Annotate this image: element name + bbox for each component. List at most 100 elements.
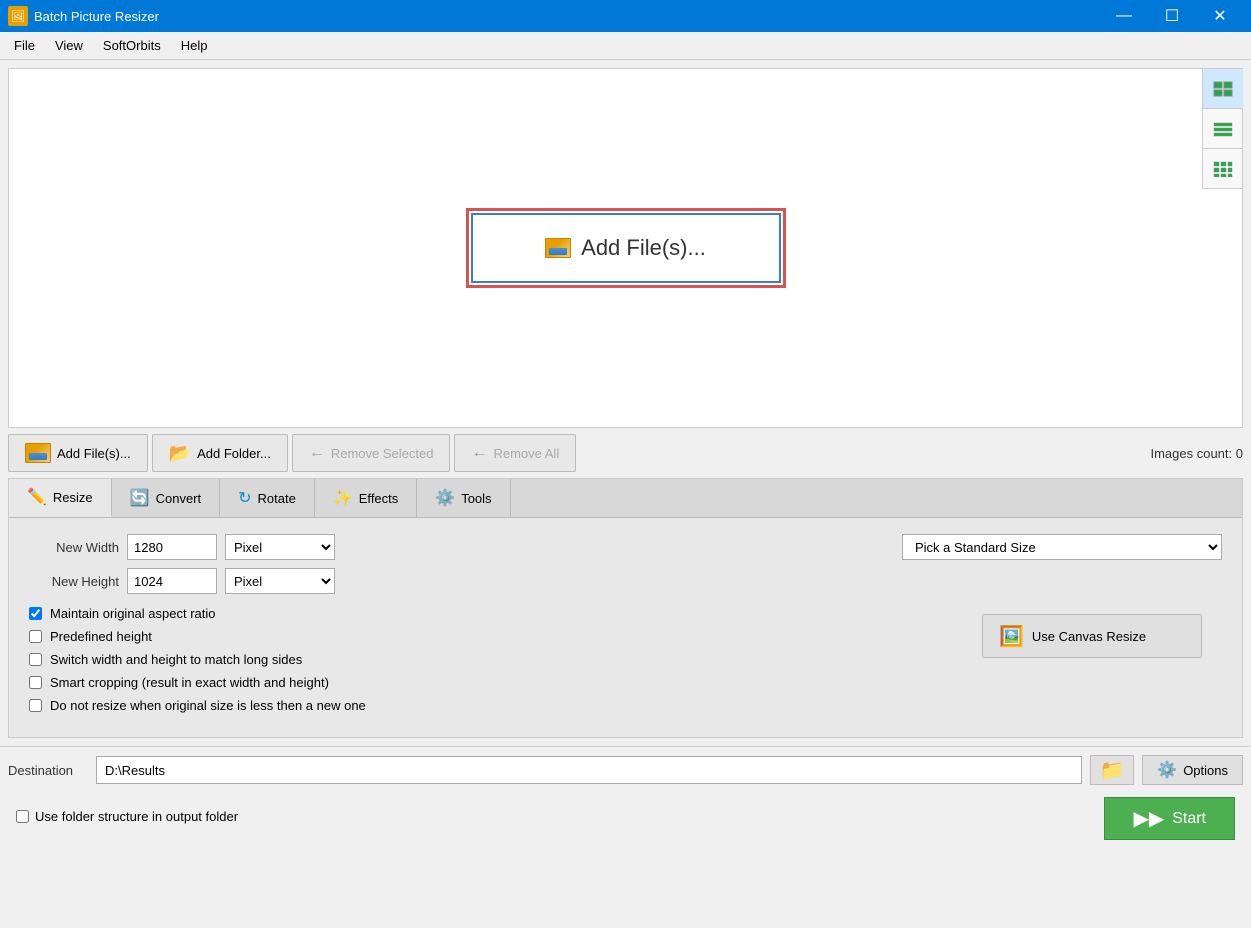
tab-convert-label: Convert (156, 491, 202, 506)
title-bar-controls: — ☐ ✕ (1101, 0, 1243, 32)
view-grid-button[interactable] (1203, 149, 1243, 189)
images-count: Images count: 0 (1150, 446, 1243, 461)
top-form-area: New Width Pixel Percent Inch Cm Pick a S… (29, 534, 1222, 602)
view-buttons (1202, 69, 1242, 189)
resize-panel: New Width Pixel Percent Inch Cm Pick a S… (9, 518, 1242, 737)
no-resize-row: Do not resize when original size is less… (29, 698, 952, 713)
add-files-center-button[interactable]: Add File(s)... (471, 213, 781, 283)
left-form: New Width Pixel Percent Inch Cm Pick a S… (29, 534, 1222, 602)
tabs: ✏️ Resize 🔄 Convert ↻ Rotate ✨ Effects ⚙… (9, 479, 1242, 518)
switch-width-height-checkbox[interactable] (29, 653, 42, 666)
image-list-area: Add File(s)... (8, 68, 1243, 428)
menu-help[interactable]: Help (171, 34, 218, 57)
images-count-value: 0 (1236, 446, 1243, 461)
menu-file[interactable]: File (4, 34, 45, 57)
browse-destination-button[interactable]: 📁 (1090, 755, 1134, 785)
remove-selected-button[interactable]: ← Remove Selected (292, 434, 451, 472)
tools-tab-icon: ⚙️ (435, 488, 455, 508)
canvas-resize-label: Use Canvas Resize (1032, 629, 1146, 644)
tab-rotate-label: Rotate (258, 491, 296, 506)
maintain-aspect-row: Maintain original aspect ratio (29, 606, 952, 621)
no-resize-checkbox[interactable] (29, 699, 42, 712)
new-width-row: New Width Pixel Percent Inch Cm Pick a S… (29, 534, 1222, 560)
add-file-center: Add File(s)... (471, 213, 781, 283)
main-area: Add File(s)... Add File(s)... 📂 Add Fold… (0, 60, 1251, 928)
switch-width-height-row: Switch width and height to match long si… (29, 652, 952, 667)
folder-structure-label[interactable]: Use folder structure in output folder (35, 809, 238, 824)
remove-all-label: Remove All (493, 446, 559, 461)
close-button[interactable]: ✕ (1197, 0, 1243, 32)
tab-resize[interactable]: ✏️ Resize (9, 479, 112, 517)
options-button[interactable]: ⚙️ Options (1142, 755, 1243, 785)
remove-selected-icon: ← (309, 444, 325, 462)
view-list-button[interactable] (1203, 109, 1243, 149)
menu-softorbits[interactable]: SoftOrbits (93, 34, 171, 57)
app-icon: 🖼 (8, 6, 28, 26)
predefined-height-label[interactable]: Predefined height (50, 629, 152, 644)
title-bar: 🖼 Batch Picture Resizer — ☐ ✕ (0, 0, 1251, 32)
destination-input[interactable] (96, 756, 1082, 784)
add-folder-label: Add Folder... (197, 446, 271, 461)
bottom-panel: ✏️ Resize 🔄 Convert ↻ Rotate ✨ Effects ⚙… (8, 478, 1243, 738)
destination-label: Destination (8, 763, 88, 778)
effects-tab-icon: ✨ (333, 488, 353, 508)
remove-all-button[interactable]: ← Remove All (454, 434, 576, 472)
canvas-resize-button[interactable]: 🖼️ Use Canvas Resize (982, 614, 1202, 658)
convert-tab-icon: 🔄 (130, 488, 150, 508)
add-files-icon (25, 443, 51, 463)
options-label: Options (1183, 763, 1228, 778)
destination-bar: Destination 📁 ⚙️ Options (0, 746, 1251, 793)
bottom-footer: Use folder structure in output folder ▶▶… (0, 793, 1251, 844)
images-count-label: Images count: (1150, 446, 1232, 461)
new-width-label: New Width (29, 540, 119, 555)
maximize-button[interactable]: ☐ (1149, 0, 1195, 32)
new-height-row: New Height Pixel Percent Inch Cm (29, 568, 1222, 594)
start-icon: ▶▶ (1133, 806, 1164, 831)
tab-convert[interactable]: 🔄 Convert (112, 479, 220, 517)
add-files-center-icon (545, 238, 571, 258)
remove-selected-label: Remove Selected (331, 446, 434, 461)
smart-cropping-label[interactable]: Smart cropping (result in exact width an… (50, 675, 329, 690)
new-height-input[interactable] (127, 568, 217, 594)
resize-tab-icon: ✏️ (27, 487, 47, 507)
no-resize-label[interactable]: Do not resize when original size is less… (50, 698, 366, 713)
title-bar-left: 🖼 Batch Picture Resizer (8, 6, 159, 26)
tab-effects-label: Effects (359, 491, 399, 506)
canvas-resize-icon: 🖼️ (999, 624, 1024, 649)
predefined-height-row: Predefined height (29, 629, 952, 644)
folder-checkbox-row: Use folder structure in output folder (8, 805, 246, 832)
smart-cropping-row: Smart cropping (result in exact width an… (29, 675, 952, 690)
new-width-unit-select[interactable]: Pixel Percent Inch Cm (225, 534, 335, 560)
tab-tools[interactable]: ⚙️ Tools (417, 479, 510, 517)
add-folder-icon: 📂 (169, 443, 191, 464)
app-title: Batch Picture Resizer (34, 9, 159, 24)
start-button[interactable]: ▶▶ Start (1104, 797, 1235, 840)
toolbar: Add File(s)... 📂 Add Folder... ← Remove … (0, 428, 1251, 478)
add-files-label: Add File(s)... (57, 446, 131, 461)
view-thumbnails-button[interactable] (1203, 69, 1243, 109)
maintain-aspect-label[interactable]: Maintain original aspect ratio (50, 606, 215, 621)
open-folder-icon: 📁 (1100, 758, 1125, 783)
new-height-unit-select[interactable]: Pixel Percent Inch Cm (225, 568, 335, 594)
maintain-aspect-checkbox[interactable] (29, 607, 42, 620)
start-label: Start (1172, 810, 1206, 828)
tab-resize-label: Resize (53, 490, 93, 505)
menu-bar: File View SoftOrbits Help (0, 32, 1251, 60)
remove-all-icon: ← (471, 444, 487, 462)
new-width-input[interactable] (127, 534, 217, 560)
tab-rotate[interactable]: ↻ Rotate (220, 479, 315, 517)
new-height-label: New Height (29, 574, 119, 589)
minimize-button[interactable]: — (1101, 0, 1147, 32)
tab-effects[interactable]: ✨ Effects (315, 479, 417, 517)
switch-width-height-label[interactable]: Switch width and height to match long si… (50, 652, 302, 667)
add-files-button[interactable]: Add File(s)... (8, 434, 148, 472)
folder-structure-checkbox[interactable] (16, 810, 29, 823)
add-folder-button[interactable]: 📂 Add Folder... (152, 434, 288, 472)
tab-tools-label: Tools (461, 491, 491, 506)
menu-view[interactable]: View (45, 34, 93, 57)
add-files-center-label: Add File(s)... (581, 235, 706, 261)
standard-size-select[interactable]: Pick a Standard Size 640x480 800x600 102… (902, 534, 1222, 560)
predefined-height-checkbox[interactable] (29, 630, 42, 643)
rotate-tab-icon: ↻ (238, 488, 251, 508)
smart-cropping-checkbox[interactable] (29, 676, 42, 689)
